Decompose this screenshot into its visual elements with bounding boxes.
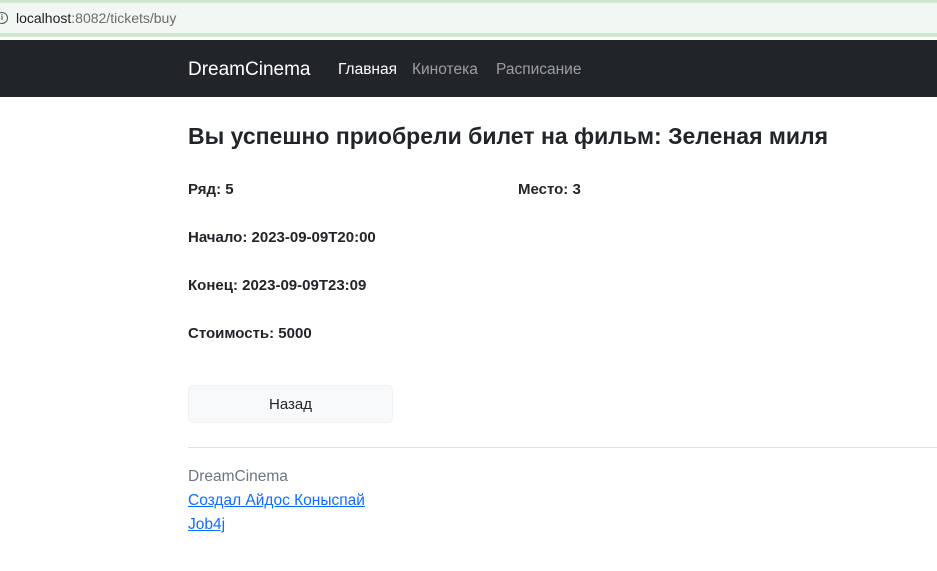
navbar-brand[interactable]: DreamCinema bbox=[188, 59, 310, 81]
start-time-info: Начало: 2023-09-09T20:00 bbox=[188, 229, 376, 246]
address-bar[interactable]: i localhost:8082/tickets/buy bbox=[0, 0, 937, 37]
price-info: Стоимость: 5000 bbox=[188, 325, 312, 342]
back-button[interactable]: Назад bbox=[188, 385, 393, 423]
page-title: Вы успешно приобрели билет на фильм: Зел… bbox=[188, 123, 829, 149]
end-time-info: Конец: 2023-09-09T23:09 bbox=[188, 277, 367, 294]
nav-link-home[interactable]: Главная bbox=[338, 61, 397, 79]
seat-info: Место: 3 bbox=[518, 181, 581, 198]
url-path: :8082/tickets/buy bbox=[71, 10, 177, 26]
footer-brand: DreamCinema bbox=[188, 468, 288, 485]
job4j-link[interactable]: Job4j bbox=[188, 516, 225, 534]
author-link[interactable]: Создал Айдос Коныспай bbox=[188, 492, 365, 510]
url-text[interactable]: localhost:8082/tickets/buy bbox=[16, 10, 176, 26]
row-info: Ряд: 5 bbox=[188, 181, 234, 198]
url-host: localhost bbox=[16, 10, 72, 26]
nav-link-schedule[interactable]: Расписание bbox=[496, 61, 581, 79]
navbar: DreamCinema Главная Кинотека Расписание bbox=[0, 40, 937, 97]
info-icon[interactable]: i bbox=[0, 12, 8, 24]
footer-divider bbox=[188, 447, 937, 448]
nav-link-films[interactable]: Кинотека bbox=[412, 61, 478, 79]
